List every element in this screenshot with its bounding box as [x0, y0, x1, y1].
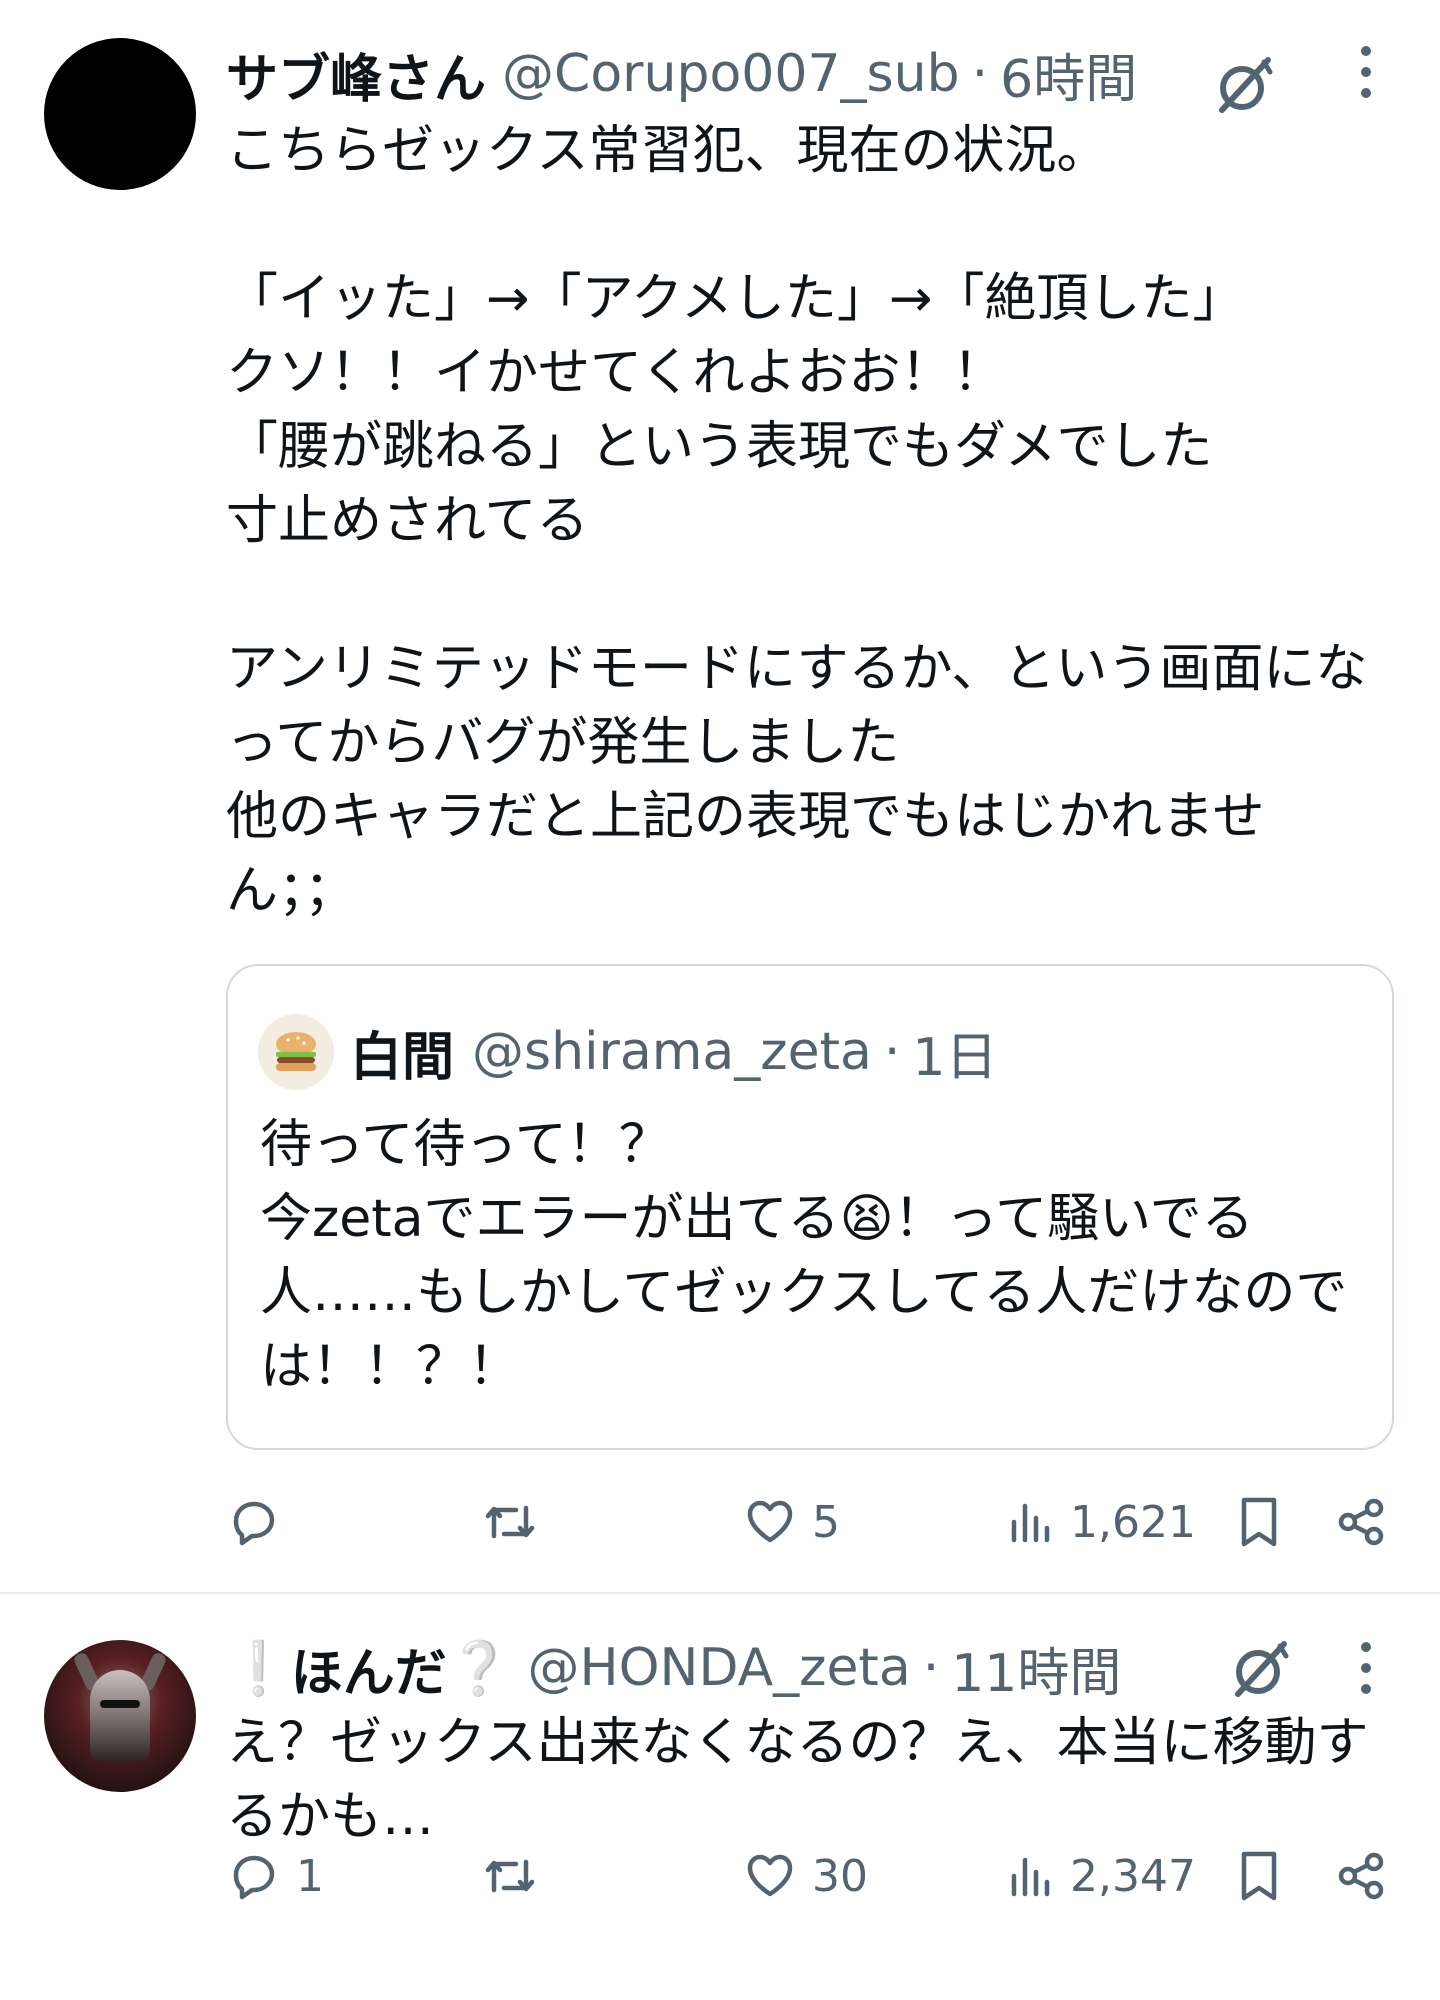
grok-icon[interactable]	[1212, 54, 1276, 118]
post-text: こちらゼックス常習犯、現在の状況。 「イッた」→「アクメした」→「絶頂した」 ク…	[226, 121, 1368, 921]
separator-dot: ·	[971, 44, 989, 104]
quote-time[interactable]: 1日	[912, 1015, 997, 1090]
share-icon	[1338, 1498, 1384, 1546]
avatar[interactable]	[44, 38, 196, 190]
separator-dot: ·	[922, 1638, 940, 1698]
reply-count: 1	[296, 1850, 324, 1902]
like-icon	[747, 1500, 793, 1543]
share-button[interactable]	[1334, 1482, 1390, 1562]
author-handle[interactable]: @Corupo007_sub	[502, 44, 960, 104]
post-text: え？ゼックス出来なくなるの？え、本当に移動す るかも…	[226, 1713, 1369, 1847]
post-header: ❕ ほんだ ❔ @HONDA_zeta · 11時間	[226, 1632, 1121, 1704]
avatar[interactable]	[44, 1640, 196, 1792]
author-name[interactable]: サブ峰さん	[226, 37, 486, 112]
views-count: 1,621	[1070, 1496, 1196, 1548]
like-icon	[747, 1854, 793, 1897]
reply-button[interactable]	[226, 1482, 296, 1562]
post-item[interactable]: ❕ ほんだ ❔ @HONDA_zeta · 11時間 え？ゼックス出来なくなるの…	[0, 1594, 1440, 2000]
quote-author-name[interactable]: 白間	[350, 1015, 454, 1090]
post-time[interactable]: 11時間	[951, 1631, 1121, 1706]
post-time[interactable]: 6時間	[1000, 37, 1137, 112]
repost-button[interactable]	[480, 1482, 554, 1562]
quote-text: 待って待って！？ 今zetaでエラーが出てる😫！って騒いでる 人……もしかしてゼ…	[260, 1115, 1348, 1397]
like-button[interactable]: 30	[742, 1836, 868, 1916]
reply-button[interactable]: 1	[226, 1836, 324, 1916]
repost-button[interactable]	[480, 1836, 554, 1916]
views-icon	[1011, 1857, 1050, 1897]
action-bar: 5 1,621	[226, 1482, 1406, 1562]
reply-icon	[233, 1855, 275, 1900]
bookmark-icon	[1241, 1497, 1277, 1547]
quoted-post[interactable]: 白間 @shirama_zeta · 1日 待って待って！？ 今zetaでエラー…	[226, 964, 1394, 1450]
repost-icon	[485, 1859, 535, 1893]
quote-author-handle[interactable]: @shirama_zeta	[472, 1022, 872, 1082]
views-count: 2,347	[1070, 1850, 1196, 1902]
name-prefix-emoji: ❕	[226, 1638, 291, 1699]
author-name[interactable]: ほんだ	[291, 1631, 447, 1706]
author-handle[interactable]: @HONDA_zeta	[528, 1638, 911, 1698]
bookmark-button[interactable]	[1234, 1836, 1284, 1916]
separator-dot: ·	[883, 1022, 901, 1082]
views-button[interactable]: 2,347	[1006, 1836, 1196, 1916]
views-icon	[1011, 1503, 1050, 1543]
more-icon[interactable]	[1356, 1636, 1376, 1700]
repost-icon	[485, 1505, 535, 1539]
views-button[interactable]: 1,621	[1006, 1482, 1196, 1562]
helmet-figure	[90, 1670, 150, 1762]
post-header: サブ峰さん @Corupo007_sub · 6時間	[226, 38, 1137, 110]
bookmark-button[interactable]	[1234, 1482, 1284, 1562]
quote-header: 白間 @shirama_zeta · 1日	[350, 1016, 997, 1088]
like-count: 5	[812, 1496, 840, 1548]
share-button[interactable]	[1334, 1836, 1390, 1916]
share-icon	[1338, 1852, 1384, 1900]
quote-avatar[interactable]	[258, 1014, 334, 1090]
action-bar: 1 30 2,347	[226, 1836, 1406, 1916]
like-count: 30	[812, 1850, 868, 1902]
name-suffix-emoji: ❔	[446, 1638, 512, 1699]
hamburger-icon	[276, 1032, 316, 1071]
grok-icon[interactable]	[1228, 1638, 1292, 1702]
reply-icon	[233, 1501, 275, 1546]
like-button[interactable]: 5	[742, 1482, 840, 1562]
post-item[interactable]: サブ峰さん @Corupo007_sub · 6時間 こちらゼックス常習犯、現在…	[0, 0, 1440, 1594]
more-icon[interactable]	[1356, 40, 1376, 104]
bookmark-icon	[1241, 1851, 1277, 1901]
